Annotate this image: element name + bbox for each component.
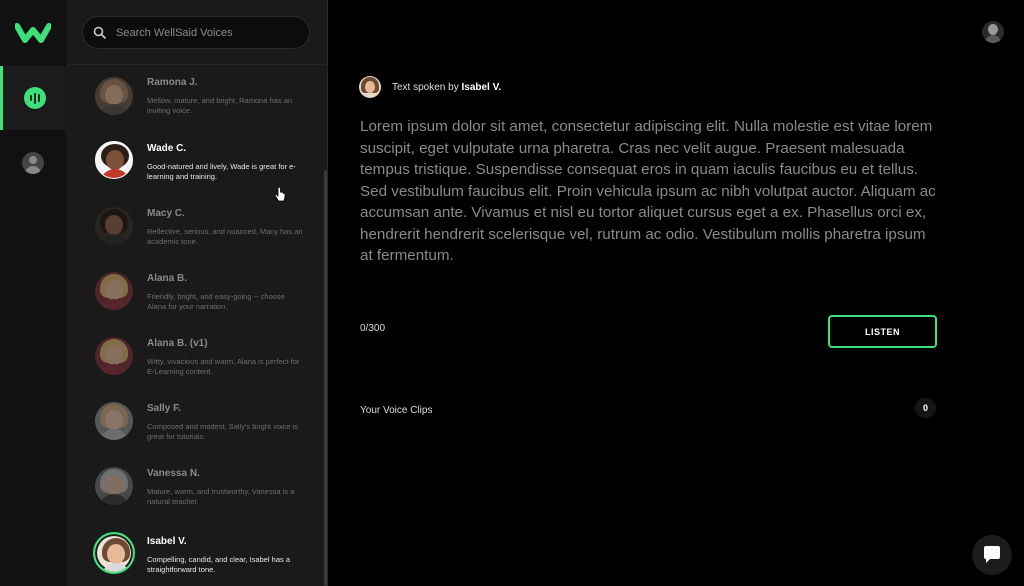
voice-wave-icon (23, 87, 46, 109)
voice-item-macy[interactable]: Macy C. Reflective, serious, and nuanced… (66, 196, 324, 261)
voice-item-vanessa[interactable]: Vanessa N. Mature, warm, and trustworthy… (66, 456, 324, 521)
voice-description: Mellow, mature, and bright, Ramona has a… (147, 96, 293, 115)
search-bar[interactable] (82, 16, 310, 49)
listen-button[interactable]: LISTEN (828, 315, 937, 348)
voice-item-isabel[interactable]: Isabel V. Compelling, candid, and clear,… (66, 521, 324, 586)
avatar (95, 402, 133, 440)
user-icon (22, 152, 44, 174)
chat-bubble-icon (984, 546, 1000, 563)
character-counter: 0/300 (360, 323, 386, 334)
voice-description: Good-natured and lively, Wade is great f… (147, 162, 296, 181)
avatar (95, 337, 133, 375)
voice-name: Sally F. (147, 403, 181, 414)
voice-clips-count-badge: 0 (915, 398, 936, 418)
speaker-avatar (359, 76, 381, 98)
voice-name: Macy C. (147, 208, 185, 219)
voice-name: Alana B. (147, 273, 188, 284)
search-icon (93, 26, 106, 39)
voice-description: Witty, vivacious and warm, Alana is perf… (147, 357, 300, 376)
voice-list: Ramona J. Mellow, mature, and bright, Ra… (66, 66, 324, 586)
search-input[interactable] (116, 26, 286, 39)
voice-description: Compelling, candid, and clear, Isabel ha… (147, 555, 291, 574)
avatar (95, 467, 133, 505)
nav-item-account[interactable] (0, 131, 66, 195)
nav-rail (0, 0, 66, 586)
voice-name: Isabel V. (147, 536, 187, 547)
hand-cursor-icon (274, 187, 286, 202)
voice-item-sally[interactable]: Sally F. Composed and modest, Sally's br… (66, 391, 324, 456)
profile-avatar[interactable] (982, 21, 1004, 43)
chat-button[interactable] (972, 535, 1012, 575)
voice-item-alana-v1[interactable]: Alana B. (v1) Witty, vivacious and warm,… (66, 326, 324, 391)
spoken-by-label: Text spoken by Isabel V. (392, 82, 502, 93)
voice-name: Alana B. (v1) (147, 338, 208, 349)
voice-description: Composed and modest, Sally's bright voic… (147, 422, 299, 441)
divider (66, 64, 328, 65)
avatar (95, 207, 133, 245)
voice-description: Mature, warm, and trustworthy, Vanessa i… (147, 487, 295, 506)
voice-item-ramona[interactable]: Ramona J. Mellow, mature, and bright, Ra… (66, 66, 324, 131)
speaker-name: Isabel V. (461, 82, 502, 93)
voice-list-scrollbar[interactable] (324, 170, 327, 586)
avatar (93, 532, 135, 574)
wellsaid-logo-icon[interactable] (15, 22, 51, 44)
voice-name: Ramona J. (147, 77, 198, 88)
voice-clips-label: Your Voice Clips (360, 405, 433, 416)
script-text-area[interactable]: Lorem ipsum dolor sit amet, consectetur … (360, 116, 942, 267)
avatar (95, 272, 133, 310)
avatar (95, 77, 133, 115)
voice-description: Friendly, bright, and easy-going -- choo… (147, 292, 285, 311)
voice-panel: Ramona J. Mellow, mature, and bright, Ra… (66, 0, 328, 586)
voice-item-alana[interactable]: Alana B. Friendly, bright, and easy-goin… (66, 261, 324, 326)
voice-name: Vanessa N. (147, 468, 200, 479)
voice-name: Wade C. (147, 143, 187, 154)
avatar (95, 141, 133, 179)
voice-description: Reflective, serious, and nuanced, Macy h… (147, 227, 303, 246)
nav-item-voices[interactable] (0, 66, 66, 130)
